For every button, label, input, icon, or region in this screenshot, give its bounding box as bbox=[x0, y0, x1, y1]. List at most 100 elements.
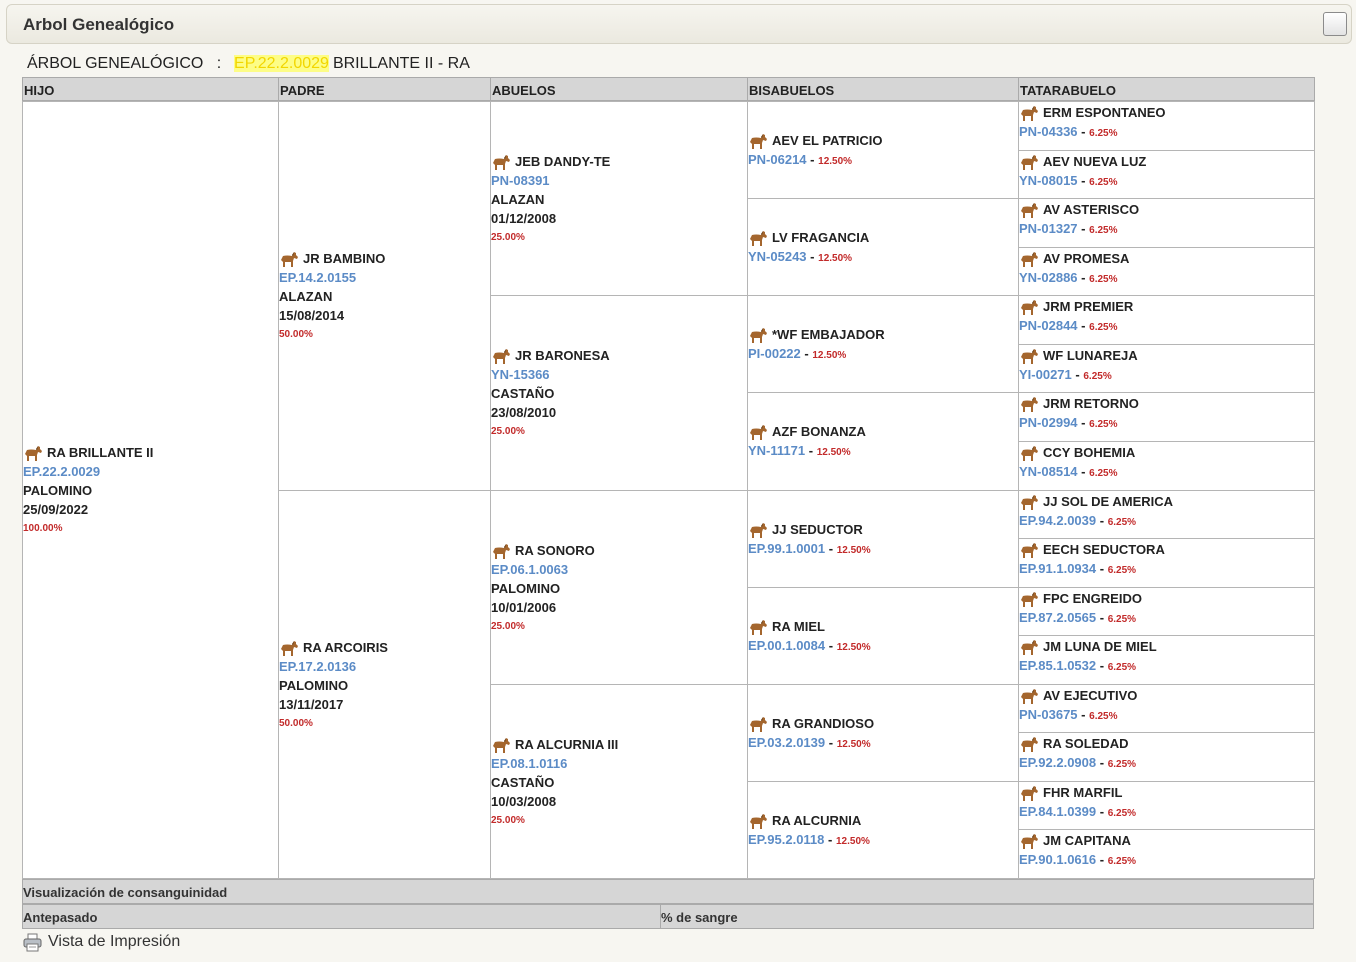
horse-entry: RA SONORO EP.06.1.0063 PALOMINO 10/01/2006 2… bbox=[491, 541, 748, 636]
registration-link[interactable]: YN-05243 bbox=[748, 249, 807, 264]
tatarabuelo-cell: AV EJECUTIVO PN-03675 - 6.25% bbox=[1018, 684, 1315, 733]
registration-link[interactable]: EP.08.1.0116 bbox=[491, 754, 748, 773]
registration-link[interactable]: EP.22.2.0029 bbox=[23, 462, 278, 481]
print-view-link[interactable]: Vista de Impresión bbox=[23, 931, 180, 953]
tatarabuelo-cell: FHR MARFIL EP.84.1.0399 - 6.25% bbox=[1018, 781, 1315, 830]
consanguinity-header: Visualización de consanguinidad bbox=[22, 879, 1314, 904]
tatarabuelo-cell: WF LUNAREJA YI-00271 - 6.25% bbox=[1018, 344, 1315, 393]
horse-name-row: JR BAMBINO bbox=[279, 249, 491, 268]
blood-percentage: 6.25% bbox=[1089, 274, 1118, 285]
horse-name: JM CAPITANA bbox=[1043, 833, 1131, 848]
caption-colon: : bbox=[216, 55, 222, 72]
registration-link[interactable]: EP.92.2.0908 bbox=[1019, 755, 1096, 770]
horse-name: AV PROMESA bbox=[1043, 251, 1130, 266]
bisabuelo-cell: LV FRAGANCIA YN-05243 - 12.50% bbox=[747, 198, 1020, 296]
registration-link[interactable]: PN-03675 bbox=[1019, 707, 1078, 722]
horse-entry: JJ SEDUCTOR EP.99.1.0001 - 12.50% bbox=[748, 520, 1019, 560]
bisabuelo-cell: RA MIEL EP.00.1.0084 - 12.50% bbox=[747, 587, 1020, 685]
horse-entry: *WF EMBAJADOR PI-00222 - 12.50% bbox=[748, 325, 1019, 365]
col-hijo-header: HIJO bbox=[22, 77, 279, 101]
horse-entry: FHR MARFIL EP.84.1.0399 - 6.25% bbox=[1019, 783, 1314, 823]
horse-name-row: LV FRAGANCIA bbox=[748, 228, 1019, 247]
registration-link[interactable]: YI-00271 bbox=[1019, 367, 1072, 382]
registration-row: EP.90.1.0616 - 6.25% bbox=[1019, 850, 1314, 871]
tatarabuelo-cell: JRM RETORNO PN-02994 - 6.25% bbox=[1018, 392, 1315, 442]
registration-row: EP.84.1.0399 - 6.25% bbox=[1019, 802, 1314, 823]
tatarabuelo-cell: AV PROMESA YN-02886 - 6.25% bbox=[1018, 247, 1315, 296]
horse-name-row: RA SONORO bbox=[491, 541, 748, 560]
registration-link[interactable]: EP.06.1.0063 bbox=[491, 560, 748, 579]
blood-percentage: 6.25% bbox=[1089, 322, 1118, 333]
registration-link[interactable]: PN-08391 bbox=[491, 171, 748, 190]
registration-link[interactable]: YN-02886 bbox=[1019, 270, 1078, 285]
registration-row: EP.87.2.0565 - 6.25% bbox=[1019, 608, 1314, 629]
horse-name-row: *WF EMBAJADOR bbox=[748, 325, 1019, 344]
separator: - bbox=[828, 832, 833, 847]
registration-link[interactable]: EP.87.2.0565 bbox=[1019, 610, 1096, 625]
horse-name-row: JM CAPITANA bbox=[1019, 831, 1314, 850]
registration-link[interactable]: EP.00.1.0084 bbox=[748, 638, 825, 653]
bisabuelo-cell: AEV EL PATRICIO PN-06214 - 12.50% bbox=[747, 101, 1020, 199]
horse-name: FHR MARFIL bbox=[1043, 785, 1123, 800]
tatarabuelo-cell: CCY BOHEMIA YN-08514 - 6.25% bbox=[1018, 441, 1315, 491]
horse-name: RA ARCOIRIS bbox=[303, 640, 388, 655]
registration-link[interactable]: EP.14.2.0155 bbox=[279, 268, 491, 287]
registration-link[interactable]: PN-04336 bbox=[1019, 124, 1078, 139]
registration-link[interactable]: YN-11171 bbox=[748, 443, 805, 458]
registration-link[interactable]: EP.95.2.0118 bbox=[748, 832, 824, 847]
coat-color: ALAZAN bbox=[279, 289, 333, 304]
registration-link[interactable]: PN-02844 bbox=[1019, 318, 1078, 333]
horse-name-row: RA MIEL bbox=[748, 617, 1019, 636]
blood-percentage: 6.25% bbox=[1107, 856, 1137, 867]
registration-row: YN-02886 - 6.25% bbox=[1019, 268, 1314, 289]
registration-link[interactable]: EP.17.2.0136 bbox=[279, 657, 491, 676]
horse-entry: FPC ENGREIDO EP.87.2.0565 - 6.25% bbox=[1019, 589, 1314, 629]
horse-icon bbox=[1019, 832, 1039, 850]
horse-icon bbox=[1019, 104, 1039, 122]
horse-entry: AZF BONANZA YN-11171 - 12.50% bbox=[748, 422, 1019, 462]
horse-entry: JJ SOL DE AMERICA EP.94.2.0039 - 6.25% bbox=[1019, 492, 1314, 532]
registration-link[interactable]: PI-00222 bbox=[748, 346, 801, 361]
registration-link[interactable]: YN-08015 bbox=[1019, 173, 1078, 188]
horse-name: ERM ESPONTANEO bbox=[1043, 105, 1166, 120]
coat-color: PALOMINO bbox=[279, 678, 349, 693]
separator: - bbox=[1081, 464, 1086, 479]
separator: - bbox=[1081, 173, 1086, 188]
registration-link[interactable]: EP.90.1.0616 bbox=[1019, 852, 1096, 867]
registration-link[interactable]: YN-08514 bbox=[1019, 464, 1078, 479]
blood-percentage: 12.50% bbox=[812, 350, 847, 361]
padre-cell: JR BAMBINO EP.14.2.0155 ALAZAN 15/08/2014 50… bbox=[278, 101, 492, 491]
horse-name-row: ERM ESPONTANEO bbox=[1019, 103, 1314, 122]
registration-link[interactable]: EP.03.2.0139 bbox=[748, 735, 825, 750]
registration-link[interactable]: EP.94.2.0039 bbox=[1019, 513, 1096, 528]
horse-name: RA MIEL bbox=[772, 619, 825, 634]
registration-link[interactable]: PN-01327 bbox=[1019, 221, 1078, 236]
blood-percentage: 6.25% bbox=[1107, 517, 1137, 528]
coat-color: CASTAÑO bbox=[491, 775, 555, 790]
registration-link[interactable]: PN-02994 bbox=[1019, 415, 1078, 430]
blood-percentage: 12.50% bbox=[836, 836, 870, 847]
registration-link[interactable]: YN-15366 bbox=[491, 365, 748, 384]
hijo-cell: RA BRILLANTE II EP.22.2.0029 PALOMINO 25/09… bbox=[22, 101, 279, 879]
registration-link[interactable]: EP.91.1.0934 bbox=[1019, 561, 1096, 576]
consanguinity-title: Visualización de consanguinidad bbox=[23, 885, 228, 900]
separator: - bbox=[1099, 852, 1105, 867]
horse-name-row: WF LUNAREJA bbox=[1019, 346, 1314, 365]
blood-percentage: 100.00% bbox=[23, 523, 63, 534]
separator: - bbox=[1099, 804, 1105, 819]
registration-link[interactable]: PN-06214 bbox=[748, 152, 807, 167]
registration-link[interactable]: EP.99.1.0001 bbox=[748, 541, 825, 556]
horse-entry: JRM PREMIER PN-02844 - 6.25% bbox=[1019, 297, 1314, 337]
registration-link[interactable]: EP.84.1.0399 bbox=[1019, 804, 1096, 819]
window-toggle-button[interactable] bbox=[1323, 12, 1347, 36]
horse-icon bbox=[279, 250, 299, 268]
horse-name-row: AEV NUEVA LUZ bbox=[1019, 152, 1314, 171]
horse-name: JJ SEDUCTOR bbox=[772, 522, 863, 537]
horse-entry: RA ALCURNIA EP.95.2.0118 - 12.50% bbox=[748, 811, 1019, 851]
separator: - bbox=[1081, 124, 1086, 139]
registration-link[interactable]: EP.85.1.0532 bbox=[1019, 658, 1096, 673]
col-padre-header: PADRE bbox=[278, 77, 492, 101]
coat-color: PALOMINO bbox=[23, 483, 93, 498]
horse-icon bbox=[748, 229, 768, 247]
separator: - bbox=[1099, 610, 1105, 625]
